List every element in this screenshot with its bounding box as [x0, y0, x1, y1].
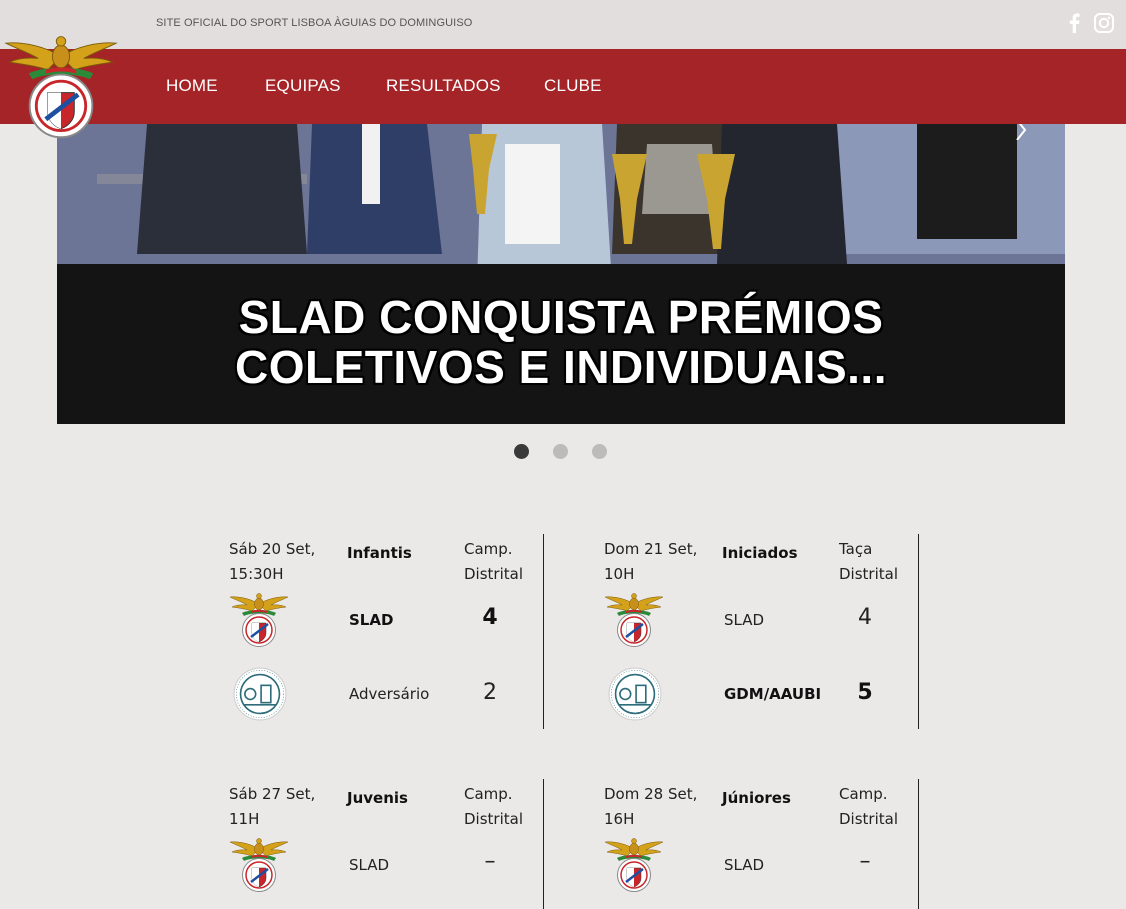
instagram-icon[interactable]: [1093, 12, 1115, 34]
carousel-dot-2[interactable]: [553, 444, 568, 459]
match-card[interactable]: Dom 28 Set, 16H Júniores Camp. Distrital S…: [604, 779, 920, 909]
opponent-crest-icon: [608, 667, 662, 721]
match-date: Sáb 27 Set, 11H: [229, 785, 316, 828]
home-team-name: SLAD: [724, 611, 765, 629]
match-team: Júniores: [722, 789, 791, 807]
home-score: 4: [482, 605, 498, 630]
divider: [543, 534, 544, 729]
nav-resultados[interactable]: RESULTADOS: [386, 76, 501, 96]
facebook-icon[interactable]: [1064, 12, 1086, 34]
divider: [918, 534, 919, 729]
away-score: 2: [483, 680, 497, 705]
match-card[interactable]: Sáb 20 Set, 15:30H Infantis Camp. Distrita…: [229, 534, 545, 729]
nav-clube[interactable]: CLUBE: [544, 76, 602, 96]
nav-home[interactable]: HOME: [166, 76, 218, 96]
carousel-dot-1[interactable]: [514, 444, 529, 459]
divider: [543, 779, 544, 909]
carousel-dots: [0, 444, 1126, 460]
divider: [918, 779, 919, 909]
match-date: Dom 21 Set, 10H: [604, 540, 698, 583]
match-card[interactable]: Dom 21 Set, 10H Iniciados Taça Distrital S…: [604, 534, 920, 729]
slad-crest-icon: [229, 589, 289, 649]
away-team-name: Adversário: [349, 685, 430, 703]
match-competition: Taça Distrital: [839, 540, 898, 583]
slad-crest-icon: [604, 589, 664, 649]
site-tagline: SITE OFICIAL DO SPORT LISBOA ÀGUIAS DO D…: [156, 17, 473, 29]
top-bar: SITE OFICIAL DO SPORT LISBOA ÀGUIAS DO D…: [0, 0, 1126, 49]
main-nav: HOME EQUIPAS RESULTADOS CLUBE: [0, 49, 1126, 124]
slad-crest-icon: [604, 834, 664, 894]
match-team: Infantis: [347, 544, 412, 562]
hero-title-line2: COLETIVOS E INDIVIDUAIS...: [235, 341, 887, 393]
home-team-name: SLAD: [349, 856, 390, 874]
match-competition: Camp. Distrital: [464, 785, 523, 828]
match-card[interactable]: Sáb 27 Set, 11H Juvenis Camp. Distrital SL…: [229, 779, 545, 909]
match-date: Sáb 20 Set, 15:30H: [229, 540, 316, 583]
match-team: Iniciados: [722, 544, 798, 562]
hero-title-line1: SLAD CONQUISTA PRÉMIOS: [238, 291, 884, 343]
club-logo[interactable]: [4, 28, 118, 142]
carousel-dot-3[interactable]: [592, 444, 607, 459]
away-score: 5: [857, 680, 873, 705]
match-date: Dom 28 Set, 16H: [604, 785, 698, 828]
opponent-crest-icon: [233, 667, 287, 721]
home-team-name: SLAD: [349, 611, 394, 629]
match-competition: Camp. Distrital: [839, 785, 898, 828]
match-competition: Camp. Distrital: [464, 540, 523, 583]
slad-crest-icon: [229, 834, 289, 894]
home-score: 4: [858, 605, 872, 630]
away-team-name: GDM/AAUBI: [724, 685, 822, 703]
chevron-right-icon[interactable]: [1011, 124, 1031, 141]
home-score: –: [859, 849, 871, 874]
nav-equipas[interactable]: EQUIPAS: [265, 76, 341, 96]
home-score: –: [484, 849, 496, 874]
hero-carousel[interactable]: SLAD CONQUISTA PRÉMIOS COLETIVOS E INDIV…: [57, 124, 1065, 424]
home-team-name: SLAD: [724, 856, 765, 874]
hero-title[interactable]: SLAD CONQUISTA PRÉMIOS COLETIVOS E INDIV…: [57, 292, 1065, 392]
match-team: Juvenis: [347, 789, 408, 807]
